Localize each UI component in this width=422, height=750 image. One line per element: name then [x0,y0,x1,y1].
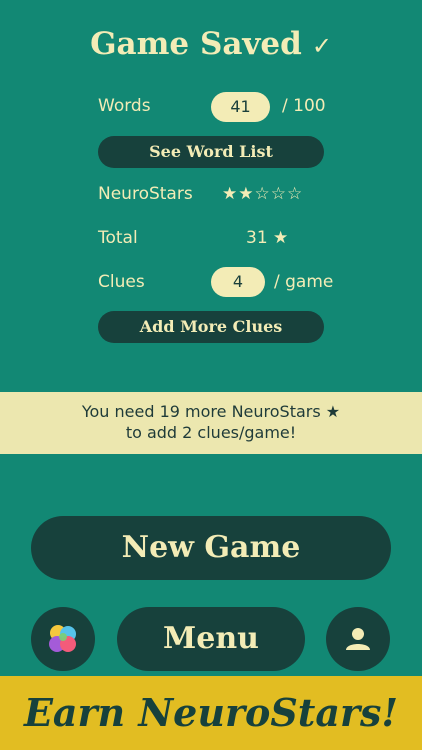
menu-button[interactable]: Menu [117,607,305,671]
profile-button[interactable] [326,607,390,671]
banner-line-2: to add 2 clues/game! [125,423,297,442]
game-center-icon [49,625,76,652]
title-row: Game Saved ✓ [0,26,422,62]
banner-line-1: You need 19 more NeuroStars ★ [81,402,341,421]
neurostars-rating: ★★☆☆☆ [222,184,304,204]
clues-value: 4 [211,267,265,297]
total-value: 31 ★ [246,228,289,248]
see-word-list-button[interactable]: See Word List [98,136,324,168]
game-center-button[interactable] [31,607,95,671]
neurostars-label: NeuroStars [98,184,193,204]
clues-label: Clues [98,272,145,292]
person-icon [346,628,370,650]
earn-neurostars-footer[interactable]: Earn NeuroStars! [0,676,422,750]
words-value: 41 [211,92,270,122]
page-title: Game Saved [90,26,302,62]
total-label: Total [98,228,138,248]
add-more-clues-button[interactable]: Add More Clues [98,311,324,343]
clues-unit: / game [274,272,334,292]
words-total: / 100 [282,96,326,116]
words-label: Words [98,96,151,116]
new-game-button[interactable]: New Game [31,516,391,580]
info-banner: You need 19 more NeuroStars ★ to add 2 c… [0,392,422,454]
check-icon: ✓ [311,32,332,60]
